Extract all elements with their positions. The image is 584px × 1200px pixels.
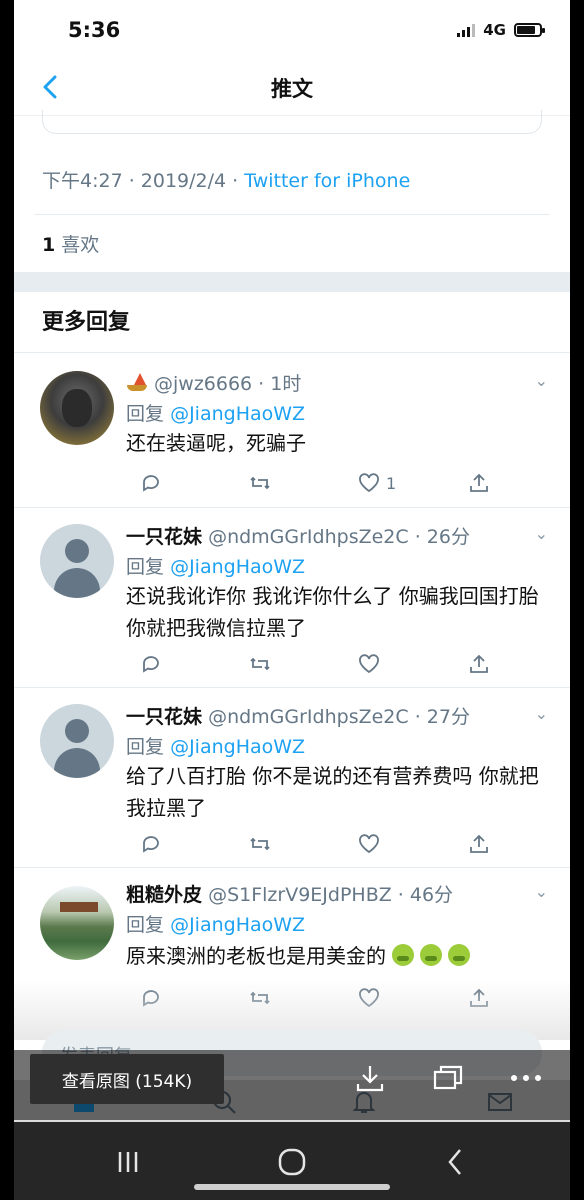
view-original-button[interactable]: 查看原图 (154K) bbox=[30, 1054, 224, 1104]
heart-icon bbox=[359, 473, 379, 493]
retweet-icon[interactable] bbox=[248, 650, 272, 678]
reply-handle: @jwz6666 · 1时 bbox=[154, 373, 302, 395]
status-time: 5:36 bbox=[68, 18, 121, 42]
avatar[interactable] bbox=[40, 371, 114, 445]
nav-bar: 推文 bbox=[14, 60, 570, 116]
page-title: 推文 bbox=[271, 76, 313, 101]
reply-handle: @ndmGGrIdhpsZe2C · 27分 bbox=[208, 706, 470, 728]
sailboat-emoji-icon bbox=[126, 373, 148, 393]
reply-handle: @ndmGGrIdhpsZe2C · 26分 bbox=[208, 526, 470, 548]
copy-windows-icon[interactable] bbox=[432, 1062, 464, 1094]
reply-display-name: 粗糙外皮 bbox=[126, 884, 203, 906]
reply-to-label: 回复 bbox=[126, 736, 165, 758]
reply-header: 一只花妹 @ndmGGrIdhpsZe2C · 27分 bbox=[126, 702, 470, 729]
reply-item[interactable]: 一只花妹 @ndmGGrIdhpsZe2C · 26分 ⌄ 回复 @JiangH… bbox=[14, 507, 570, 687]
mention-link[interactable]: @JiangHaoWZ bbox=[170, 556, 305, 578]
reply-to-line: 回复 @JiangHaoWZ bbox=[126, 399, 305, 426]
reply-actions bbox=[126, 830, 546, 858]
chevron-down-icon[interactable]: ⌄ bbox=[535, 882, 548, 901]
comment-icon[interactable] bbox=[140, 469, 162, 497]
comment-icon[interactable] bbox=[140, 830, 162, 858]
reply-header: 一只花妹 @ndmGGrIdhpsZe2C · 26分 bbox=[126, 522, 470, 549]
back-icon[interactable] bbox=[438, 1144, 474, 1180]
reply-to-label: 回复 bbox=[126, 556, 165, 578]
tweet-timestamp: 下午4:27 · 2019/2/4 · bbox=[42, 170, 245, 192]
heart-icon[interactable] bbox=[358, 650, 380, 678]
download-icon[interactable] bbox=[354, 1062, 386, 1094]
chevron-down-icon[interactable]: ⌄ bbox=[535, 371, 548, 390]
reply-text-line: 原来澳洲的老板也是用美金的 bbox=[126, 940, 546, 972]
avatar[interactable] bbox=[40, 886, 114, 960]
share-icon[interactable] bbox=[468, 650, 490, 678]
tweet-meta: 下午4:27 · 2019/2/4 · Twitter for iPhone bbox=[42, 166, 410, 193]
reply-to-line: 回复 @JiangHaoWZ bbox=[126, 732, 305, 759]
divider bbox=[34, 214, 550, 215]
mention-link[interactable]: @JiangHaoWZ bbox=[170, 914, 305, 936]
status-bar: 5:36 4G bbox=[14, 0, 570, 60]
heart-icon[interactable] bbox=[358, 830, 380, 858]
reply-to-line: 回复 @JiangHaoWZ bbox=[126, 552, 305, 579]
chevron-down-icon[interactable]: ⌄ bbox=[535, 524, 548, 543]
more-replies-heading: 更多回复 bbox=[42, 310, 131, 335]
signal-icon bbox=[457, 23, 476, 37]
like-button[interactable]: 1 bbox=[358, 469, 396, 497]
likes-label: 喜欢 bbox=[61, 234, 100, 256]
comment-icon[interactable] bbox=[140, 650, 162, 678]
reply-handle: @S1FlzrV9EJdPHBZ · 46分 bbox=[208, 884, 454, 906]
home-button-icon[interactable] bbox=[274, 1144, 310, 1180]
reply-text: 还说我讹诈你 我讹诈你什么了 你骗我回国打胎 你就把我微信拉黑了 bbox=[126, 584, 539, 640]
nauseated-face-emoji-icon bbox=[420, 944, 443, 966]
twitter-screen: 5:36 4G 推文 下午4:27 · 2019/2/4 · Twitter f… bbox=[14, 0, 570, 1200]
share-icon[interactable] bbox=[468, 469, 490, 497]
avatar[interactable] bbox=[40, 704, 114, 778]
reply-display-name: 一只花妹 bbox=[126, 706, 203, 728]
reply-item[interactable]: 一只花妹 @ndmGGrIdhpsZe2C · 27分 ⌄ 回复 @JiangH… bbox=[14, 687, 570, 867]
system-navigation-bar bbox=[14, 1122, 570, 1200]
chevron-down-icon[interactable]: ⌄ bbox=[535, 704, 548, 723]
recent-apps-icon[interactable] bbox=[110, 1144, 146, 1180]
reply-text: 原来澳洲的老板也是用美金的 bbox=[126, 944, 386, 968]
likes-count: 1 bbox=[42, 234, 56, 256]
battery-icon bbox=[514, 23, 545, 37]
nauseated-face-emoji-icon bbox=[392, 944, 415, 966]
back-arrow-icon[interactable] bbox=[36, 72, 66, 102]
reply-text: 给了八百打胎 你不是说的还有营养费吗 你就把我拉黑了 bbox=[126, 764, 539, 820]
reply-to-label: 回复 bbox=[126, 403, 165, 425]
tweet-source-link[interactable]: Twitter for iPhone bbox=[244, 170, 410, 192]
mention-link[interactable]: @JiangHaoWZ bbox=[170, 403, 305, 425]
share-icon[interactable] bbox=[468, 830, 490, 858]
quoted-tweet-card[interactable] bbox=[42, 110, 542, 134]
reply-text: 还在装逼呢，死骗子 bbox=[126, 431, 306, 455]
section-gap bbox=[14, 272, 570, 292]
reply-header: 粗糙外皮 @S1FlzrV9EJdPHBZ · 46分 bbox=[126, 880, 453, 907]
gesture-bar[interactable] bbox=[194, 1184, 390, 1190]
reply-actions bbox=[126, 650, 546, 678]
nauseated-face-emoji-icon bbox=[448, 944, 471, 966]
reply-item[interactable]: @jwz6666 · 1时 ⌄ 回复 @JiangHaoWZ 还在装逼呢，死骗子… bbox=[14, 352, 570, 507]
mention-link[interactable]: @JiangHaoWZ bbox=[170, 736, 305, 758]
like-count: 1 bbox=[386, 473, 397, 493]
network-label: 4G bbox=[483, 21, 506, 39]
reply-header: @jwz6666 · 1时 bbox=[126, 369, 301, 396]
reply-to-label: 回复 bbox=[126, 914, 165, 936]
more-options-icon[interactable] bbox=[508, 1062, 541, 1094]
status-right: 4G bbox=[457, 21, 545, 39]
likes-summary[interactable]: 1 喜欢 bbox=[42, 230, 99, 257]
reply-display-name: 一只花妹 bbox=[126, 526, 203, 548]
retweet-icon[interactable] bbox=[248, 830, 272, 858]
retweet-icon[interactable] bbox=[248, 469, 272, 497]
reply-actions: 1 bbox=[126, 469, 546, 497]
reply-to-line: 回复 @JiangHaoWZ bbox=[126, 910, 305, 937]
avatar[interactable] bbox=[40, 524, 114, 598]
